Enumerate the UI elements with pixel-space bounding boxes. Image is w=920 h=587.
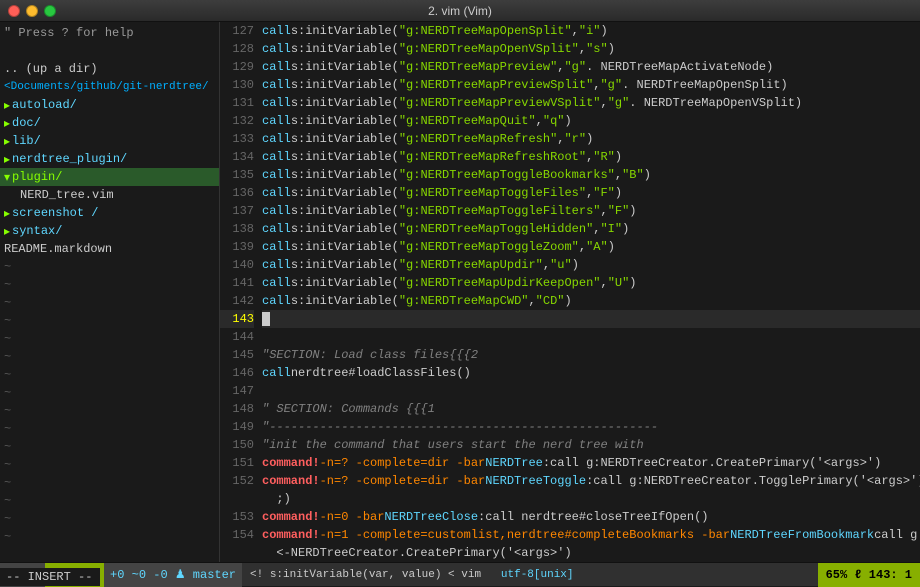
code-line-152: command! -n=? -complete=dir -bar NERDTre… [262,472,920,490]
code-line-150: "init the command that users start the n… [262,436,920,454]
sidebar-item-screenshot[interactable]: ▸ screenshot / [0,204,219,222]
editor-content: 127 128 129 130 131 132 133 134 135 136 … [220,22,920,562]
arrow-icon: ▸ [4,98,10,113]
sidebar-item-plugin[interactable]: ▾ plugin/ [0,168,219,186]
code-line-144 [262,328,920,346]
code-line-134: call s:initVariable("g:NERDTreeMapRefres… [262,148,920,166]
window-title: 2. vim (Vim) [428,4,492,18]
code-content: call s:initVariable("g:NERDTreeMapOpenSp… [258,22,920,562]
code-line-133: call s:initVariable("g:NERDTreeMapRefres… [262,130,920,148]
code-line-130: call s:initVariable("g:NERDTreeMapPrevie… [262,76,920,94]
sidebar-item-nerd-tree-vim[interactable]: NERD_tree.vim [0,186,219,204]
sidebar-item-lib[interactable]: ▸ lib/ [0,132,219,150]
code-line-138: call s:initVariable("g:NERDTreeMapToggle… [262,220,920,238]
close-button[interactable] [8,5,20,17]
code-line-cont1: ;) [262,490,920,508]
sidebar-item-doc[interactable]: ▸ doc/ [0,114,219,132]
code-line-149: "---------------------------------------… [262,418,920,436]
current-path: <Documents/github/git-nerdtree/ [0,78,219,96]
code-line-137: call s:initVariable("g:NERDTreeMapToggle… [262,202,920,220]
arrow-icon: ▸ [4,116,10,131]
maximize-button[interactable] [44,5,56,17]
window-controls[interactable] [8,5,56,17]
sidebar-item-nerdtree-plugin[interactable]: ▸ nerdtree_plugin/ [0,150,219,168]
code-line-139: call s:initVariable("g:NERDTreeMapToggle… [262,238,920,256]
arrow-icon: ▾ [4,170,10,185]
file-tree-sidebar: " Press ? for help .. (up a dir) <Docume… [0,22,220,562]
help-text: " Press ? for help [0,24,219,42]
mode-indicator: -- INSERT -- [0,568,100,586]
code-line-153: command! -n=0 -bar NERDTreeClose :call n… [262,508,920,526]
code-line-129: call s:initVariable("g:NERDTreeMapPrevie… [262,58,920,76]
code-line-148: " SECTION: Commands {{{1 [262,400,920,418]
code-line-143 [262,310,920,328]
code-line-cont2: <-NERDTreeCreator.CreatePrimary('<args>'… [262,544,920,562]
minimize-button[interactable] [26,5,38,17]
arrow-icon: ▸ [4,152,10,167]
code-line-132: call s:initVariable("g:NERDTreeMapQuit",… [262,112,920,130]
statusbar: NERD INSERT +0 ~0 -0 ♟ master <! s:initV… [0,562,920,586]
status-git-info: +0 ~0 -0 ♟ master [104,563,242,587]
arrow-icon: ▸ [4,224,10,239]
code-line-146: call nerdtree#loadClassFiles() [262,364,920,382]
up-dir[interactable]: .. (up a dir) [0,60,219,78]
code-line-128: call s:initVariable("g:NERDTreeMapOpenVS… [262,40,920,58]
code-line-145: "SECTION: Load class files{{{2 [262,346,920,364]
code-line-135: call s:initVariable("g:NERDTreeMapToggle… [262,166,920,184]
arrow-icon: ▸ [4,206,10,221]
code-line-131: call s:initVariable("g:NERDTreeMapPrevie… [262,94,920,112]
titlebar: 2. vim (Vim) [0,0,920,22]
code-line-142: call s:initVariable("g:NERDTreeMapCWD", … [262,292,920,310]
code-editor[interactable]: 127 128 129 130 131 132 133 134 135 136 … [220,22,920,562]
empty-line [0,42,219,60]
line-numbers: 127 128 129 130 131 132 133 134 135 136 … [220,22,258,562]
sidebar-item-autoload[interactable]: ▸ autoload/ [0,96,219,114]
code-line-140: call s:initVariable("g:NERDTreeMapUpdir"… [262,256,920,274]
code-line-154: command! -n=1 -complete=customlist,nerdt… [262,526,920,544]
sidebar-item-syntax[interactable]: ▸ syntax/ [0,222,219,240]
sidebar-item-readme[interactable]: README.markdown [0,240,219,258]
arrow-icon: ▸ [4,134,10,149]
status-file-info: <! s:initVariable(var, value) < vim utf-… [242,569,818,581]
status-position: 65% ℓ 143: 1 [818,563,920,587]
main-content: " Press ? for help .. (up a dir) <Docume… [0,22,920,562]
code-line-147 [262,382,920,400]
code-line-136: call s:initVariable("g:NERDTreeMapToggle… [262,184,920,202]
cursor [262,312,270,326]
code-line-141: call s:initVariable("g:NERDTreeMapUpdirK… [262,274,920,292]
code-line-127: call s:initVariable("g:NERDTreeMapOpenSp… [262,22,920,40]
code-line-151: command! -n=? -complete=dir -bar NERDTre… [262,454,920,472]
